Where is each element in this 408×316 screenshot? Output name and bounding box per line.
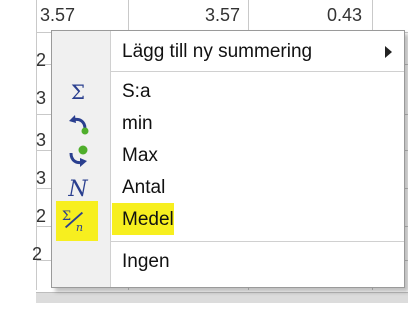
svg-text:n: n [76, 221, 83, 234]
mean-sigma-n-icon: Σ n [60, 206, 88, 234]
svg-text:Σ: Σ [71, 80, 85, 104]
menu-item-label: Max [122, 145, 158, 166]
svg-text:N: N [67, 177, 88, 201]
menu-item-label: min [122, 113, 153, 134]
menu-item-sum[interactable]: Σ S:a [52, 77, 404, 107]
menu-item-label: Ingen [122, 251, 170, 272]
menu-separator [110, 241, 404, 242]
menu-item-mean[interactable]: Σ n Medel [52, 205, 404, 235]
submenu-arrow-icon [385, 46, 392, 58]
sigma-icon: Σ [64, 78, 92, 106]
menu-item-count[interactable]: N Antal [52, 173, 404, 203]
menu-item-label: Lägg till ny summering [122, 41, 313, 62]
menu-item-none[interactable]: Ingen [52, 247, 404, 277]
menu-item-label: Medel [122, 209, 174, 230]
horizontal-scrollbar[interactable] [36, 292, 408, 303]
menu-item-add-summary[interactable]: Lägg till ny summering [52, 37, 404, 67]
menu-item-min[interactable]: min [52, 109, 404, 139]
menu-separator [110, 71, 404, 72]
grid-row [36, 0, 408, 33]
svg-text:Σ: Σ [62, 209, 71, 224]
max-arrow-icon [64, 142, 92, 170]
min-arrow-icon [64, 110, 92, 138]
menu-item-max[interactable]: Max [52, 141, 404, 171]
menu-item-label: Antal [122, 177, 166, 198]
menu-item-label: S:a [122, 81, 151, 102]
count-n-icon: N [64, 174, 92, 202]
summary-context-menu: Lägg till ny summering Σ S:a min Max N A… [51, 30, 405, 288]
